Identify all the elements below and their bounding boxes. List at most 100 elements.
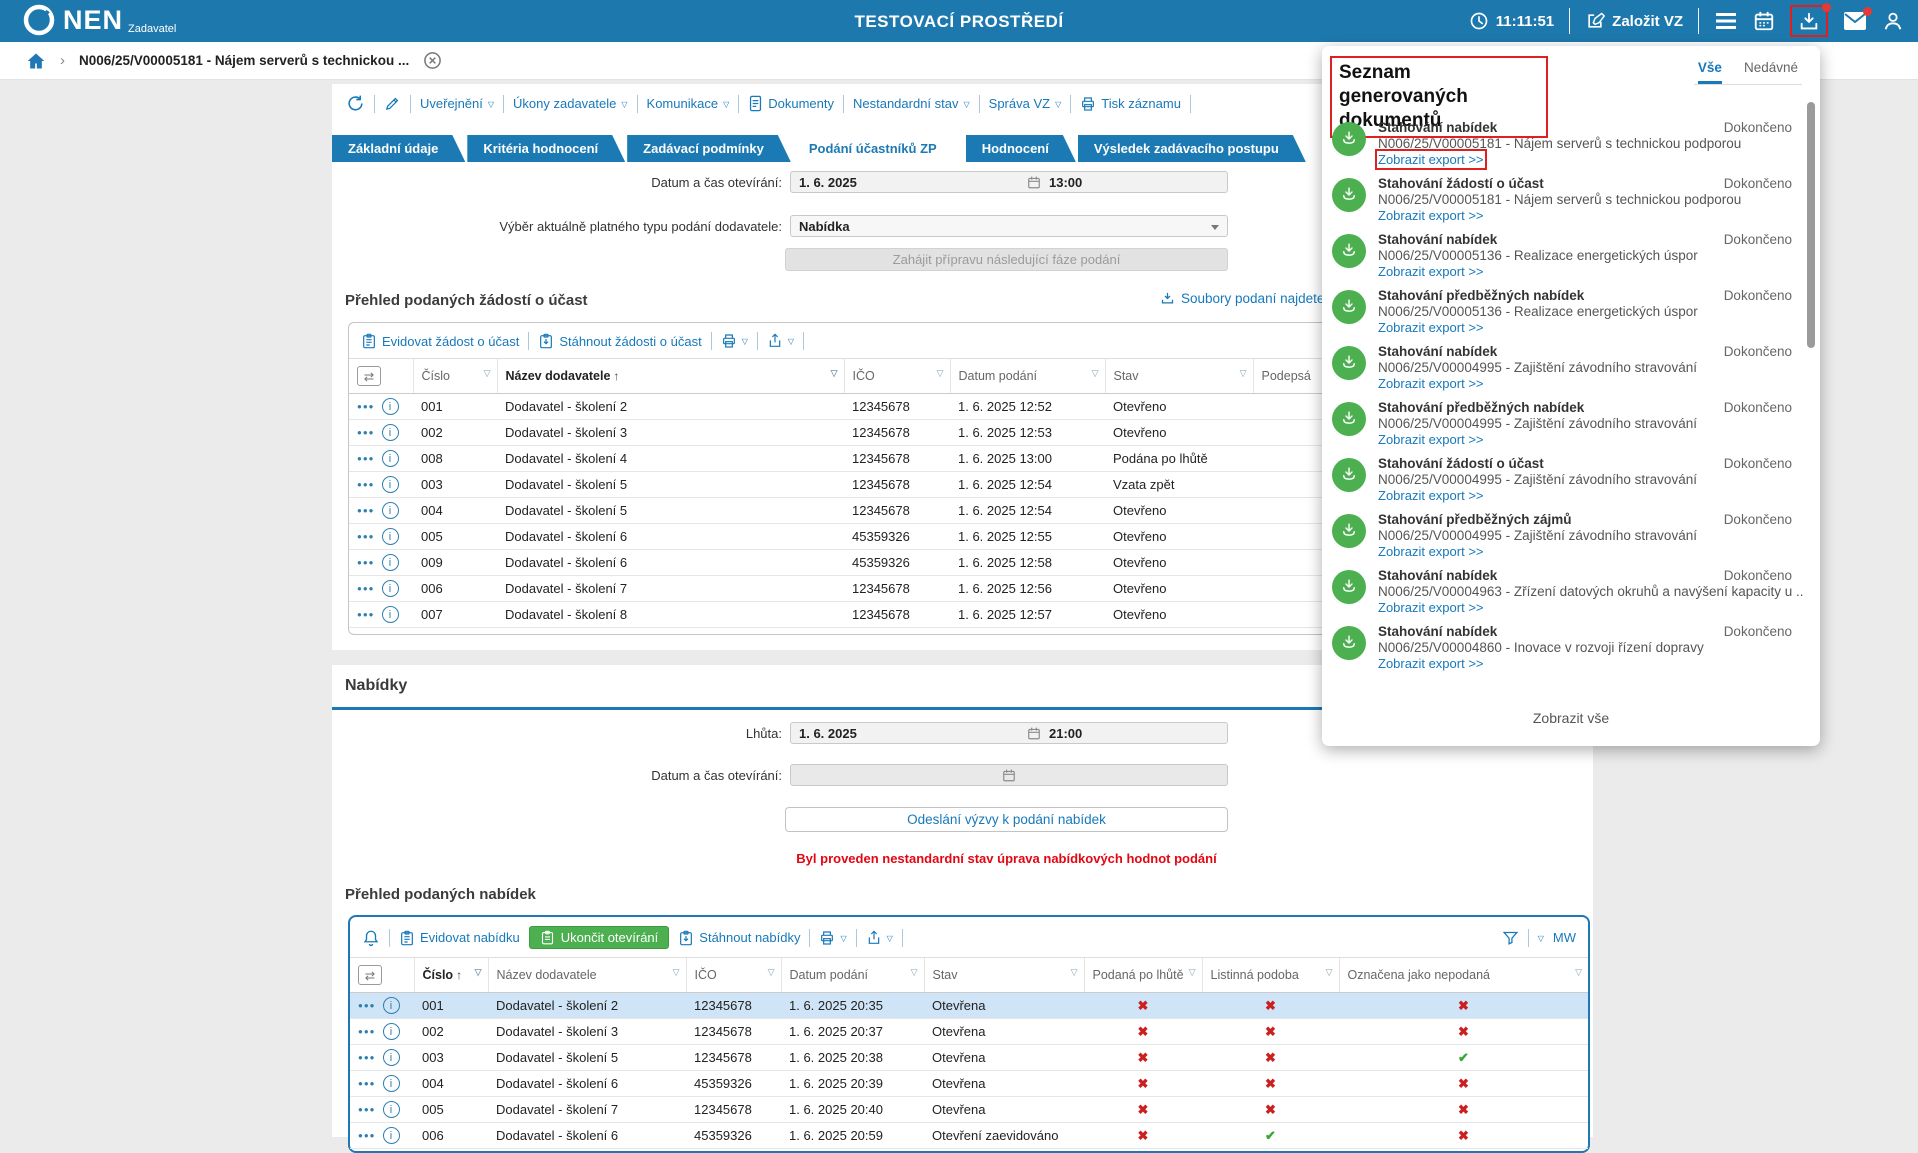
finish-opening-button[interactable]: Ukončit otevírání [529, 926, 670, 949]
download-offers-button[interactable]: Stáhnout nabídky [678, 930, 800, 946]
show-export-link[interactable]: Zobrazit export >> [1378, 656, 1484, 671]
row-menu-icon[interactable]: ●●● [357, 454, 375, 463]
show-export-link[interactable]: Zobrazit export >> [1378, 264, 1484, 279]
filter-caret-icon[interactable]: ▽ [831, 368, 838, 379]
filter-caret-icon[interactable]: ▽ [475, 967, 482, 978]
info-icon[interactable]: i [383, 1127, 400, 1144]
home-icon[interactable] [26, 51, 46, 71]
column-header[interactable]: Označena jako nepodaná▽ [1339, 958, 1588, 993]
create-vz-button[interactable]: Založit VZ [1585, 11, 1683, 31]
menu-ukony-zadavatele[interactable]: Úkony zadavatele▽ [513, 96, 628, 111]
tab[interactable]: Základní údaje [332, 135, 465, 162]
submission-type-select[interactable]: Nabídka [790, 215, 1228, 237]
show-export-link[interactable]: Zobrazit export >> [1378, 544, 1484, 559]
offer-row[interactable]: ●●● i 003 Dodavatel - školení 5 12345678… [350, 1045, 1588, 1071]
column-chooser-icon[interactable]: ⇄ [357, 366, 381, 386]
next-phase-button[interactable]: Zahájit přípravu následující fáze podání [785, 248, 1228, 271]
info-icon[interactable]: i [382, 554, 399, 571]
user-profile-button[interactable] [1882, 10, 1904, 32]
deadline-field[interactable]: 1. 6. 2025 21:00 [790, 722, 1228, 744]
show-export-link[interactable]: Zobrazit export >> [1378, 600, 1484, 615]
filter-caret-icon[interactable]: ▽ [1240, 368, 1247, 379]
print-table-button[interactable]: ▽ [721, 333, 748, 349]
menu-sprava-vz[interactable]: Správa VZ▽ [989, 96, 1062, 111]
offer-row[interactable]: ●●● i 001 Dodavatel - školení 2 12345678… [350, 993, 1588, 1019]
edit-pencil-icon[interactable] [384, 95, 401, 112]
column-chooser-icon[interactable]: ⇄ [358, 965, 382, 985]
offer-row[interactable]: ●●● i 002 Dodavatel - školení 3 12345678… [350, 1019, 1588, 1045]
show-export-link[interactable]: Zobrazit export >> [1378, 152, 1484, 167]
offers-open-field[interactable] [790, 764, 1228, 786]
info-icon[interactable]: i [383, 1049, 400, 1066]
info-icon[interactable]: i [383, 1101, 400, 1118]
generated-documents-button[interactable] [1790, 5, 1828, 37]
menu-komunikace[interactable]: Komunikace▽ [647, 96, 730, 111]
offer-row[interactable]: ●●● i 004 Dodavatel - školení 6 45359326… [350, 1071, 1588, 1097]
row-menu-icon[interactable]: ●●● [357, 584, 375, 593]
row-menu-icon[interactable]: ●●● [358, 1027, 376, 1036]
submission-files-link[interactable]: Soubory podaní najdete [1160, 291, 1324, 306]
panel-tab-all[interactable]: Vše [1698, 60, 1722, 84]
open-datetime-field[interactable]: 1. 6. 2025 13:00 [790, 171, 1228, 193]
row-menu-icon[interactable]: ●●● [357, 428, 375, 437]
tab[interactable]: Výsledek zadávacího postupu [1078, 135, 1306, 162]
info-icon[interactable]: i [383, 1075, 400, 1092]
info-icon[interactable]: i [382, 580, 399, 597]
filter-caret-icon[interactable]: ▽ [1189, 967, 1196, 978]
info-icon[interactable]: i [382, 424, 399, 441]
show-all-link[interactable]: Zobrazit vše [1322, 710, 1820, 726]
tab[interactable]: Zadávací podmínky [627, 135, 791, 162]
panel-scrollbar[interactable] [1807, 102, 1815, 348]
menu-dokumenty[interactable]: Dokumenty [748, 95, 834, 112]
show-export-link[interactable]: Zobrazit export >> [1378, 432, 1484, 447]
row-menu-icon[interactable]: ●●● [358, 1053, 376, 1062]
tab[interactable]: Podání účastníků ZP [793, 135, 964, 162]
filter-caret-icon[interactable]: ▽ [1575, 967, 1582, 978]
column-header[interactable]: Podaná po lhůtě▽ [1084, 958, 1202, 993]
filter-caret-icon[interactable]: ▽ [1326, 967, 1333, 978]
info-icon[interactable]: i [382, 450, 399, 467]
menu-uverejneni[interactable]: Uveřejnění▽ [420, 96, 494, 111]
row-menu-icon[interactable]: ●●● [357, 558, 375, 567]
info-icon[interactable]: i [382, 476, 399, 493]
info-icon[interactable]: i [382, 502, 399, 519]
filter-caret-icon[interactable]: ▽ [484, 368, 491, 379]
tab[interactable]: Kritéria hodnocení [467, 135, 625, 162]
row-menu-icon[interactable]: ●●● [357, 532, 375, 541]
column-header[interactable]: Stav▽ [1105, 359, 1253, 394]
menu-tisk-zaznamu[interactable]: Tisk záznamu [1080, 96, 1181, 112]
close-tab-icon[interactable] [423, 51, 442, 70]
show-export-link[interactable]: Zobrazit export >> [1378, 208, 1484, 223]
filter-caret-icon[interactable]: ▽ [911, 967, 918, 978]
info-icon[interactable]: i [383, 997, 400, 1014]
show-export-link[interactable]: Zobrazit export >> [1378, 320, 1484, 335]
info-icon[interactable]: i [382, 398, 399, 415]
menu-nestandardni-stav[interactable]: Nestandardní stav▽ [853, 96, 970, 111]
print-table-button[interactable]: ▽ [819, 930, 846, 946]
register-request-button[interactable]: Evidovat žádost o účast [361, 333, 519, 349]
export-table-button[interactable]: ▽ [767, 333, 794, 349]
caret-down-icon[interactable]: ▽ [1538, 934, 1544, 943]
info-icon[interactable]: i [383, 1023, 400, 1040]
panel-tab-recent[interactable]: Nedávné [1744, 60, 1798, 84]
bell-icon[interactable] [362, 929, 380, 947]
column-header[interactable]: Stav▽ [924, 958, 1084, 993]
filter-caret-icon[interactable]: ▽ [1092, 368, 1099, 379]
nen-logo[interactable]: NEN Zadavatel [22, 3, 176, 37]
filter-caret-icon[interactable]: ▽ [673, 967, 680, 978]
download-requests-button[interactable]: Stáhnout žádosti o účast [538, 333, 701, 349]
row-menu-icon[interactable]: ●●● [357, 506, 375, 515]
filter-caret-icon[interactable]: ▽ [768, 967, 775, 978]
row-menu-icon[interactable]: ●●● [358, 1105, 376, 1114]
column-header[interactable]: Listinná podoba▽ [1202, 958, 1339, 993]
filter-caret-icon[interactable]: ▽ [1071, 967, 1078, 978]
info-icon[interactable]: i [382, 606, 399, 623]
row-menu-icon[interactable]: ●●● [358, 1079, 376, 1088]
column-header[interactable]: Název dodavatele↑▽ [497, 359, 844, 394]
row-menu-icon[interactable]: ●●● [357, 480, 375, 489]
refresh-icon[interactable] [346, 94, 365, 113]
row-menu-icon[interactable]: ●●● [358, 1131, 376, 1140]
column-header[interactable]: Číslo↑▽ [414, 958, 488, 993]
send-call-button[interactable]: Odeslání výzvy k podání nabídek [785, 807, 1228, 832]
column-header[interactable]: IČO▽ [686, 958, 781, 993]
